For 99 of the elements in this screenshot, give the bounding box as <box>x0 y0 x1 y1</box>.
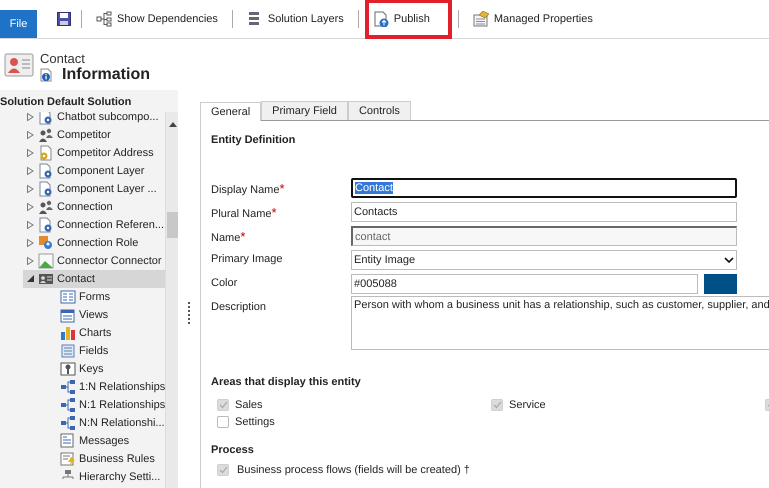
splitter-handle-icon[interactable] <box>188 302 190 324</box>
grid-icon <box>60 307 76 323</box>
section-heading: Process <box>211 444 255 456</box>
tree-item[interactable]: Connector Connector <box>0 252 166 270</box>
collapse-icon[interactable] <box>27 275 34 282</box>
expand-icon[interactable] <box>27 257 34 265</box>
expand-icon[interactable] <box>27 221 34 229</box>
checkmark-icon <box>218 400 228 408</box>
expand-icon[interactable] <box>27 149 34 157</box>
tree-item[interactable]: Chatbot subcompo... <box>0 112 166 126</box>
tree-item[interactable]: Business Rules <box>0 450 166 468</box>
role-icon <box>38 235 54 251</box>
scrollbar-thumb[interactable] <box>167 212 178 238</box>
tree-item[interactable]: N:1 Relationships <box>0 396 166 414</box>
tree-item[interactable]: Keys <box>0 360 166 378</box>
key-icon <box>60 361 76 377</box>
gear-document-icon <box>38 181 54 197</box>
page-title: Information <box>62 66 150 84</box>
relationship-icon <box>60 415 76 431</box>
field-label: Display Name <box>211 184 280 196</box>
required-mark: * <box>240 229 246 244</box>
tree-item[interactable]: Forms <box>0 288 166 306</box>
highlighted-toolbar-button[interactable]: Publish <box>364 0 452 39</box>
tree-item[interactable]: Connection Referen... <box>0 216 166 234</box>
message-icon <box>60 433 76 449</box>
checkmark-icon <box>218 466 228 474</box>
save-icon <box>57 12 71 26</box>
section-heading: Areas that display this entity <box>211 376 362 388</box>
toolbar-button[interactable]: Solution Layers <box>238 4 352 34</box>
section-heading: Entity Definition <box>211 134 296 146</box>
tag-document-icon <box>472 11 489 27</box>
checkbox[interactable] <box>217 416 229 428</box>
tree-item[interactable]: 1:N Relationships <box>0 378 166 396</box>
toolbar-button[interactable]: Managed Properties <box>464 4 601 34</box>
text-area[interactable]: Person with whom a business unit has a relationship, such as customer, supplier, and <box>351 296 769 350</box>
scrollbar[interactable] <box>165 112 178 488</box>
tree-item[interactable]: Hierarchy Setti... <box>0 468 166 486</box>
field-label: Plural Name <box>211 208 272 220</box>
dropdown[interactable]: Entity Image <box>351 250 737 270</box>
tree-item[interactable]: Connection <box>0 198 166 216</box>
list-icon <box>60 343 76 359</box>
text-field[interactable]: Contacts <box>351 202 737 222</box>
expand-icon[interactable] <box>27 131 34 139</box>
checkbox-label: Business process flows (fields will be created) † <box>237 464 470 476</box>
chevron-down-icon <box>724 257 734 263</box>
tree-item[interactable]: Charts <box>0 324 166 342</box>
tree-item[interactable]: Fields <box>0 342 166 360</box>
info-icon <box>40 68 52 82</box>
checkbox-label: Settings <box>235 416 275 428</box>
expand-icon[interactable] <box>27 239 34 247</box>
checkbox-label: Service <box>509 398 546 410</box>
expand-icon[interactable] <box>27 203 34 211</box>
toolbar-button[interactable]: Show Dependencies <box>88 4 226 34</box>
lightning-document-icon <box>60 451 76 467</box>
tab[interactable]: General <box>200 102 262 121</box>
tree-item[interactable]: N:N Relationshi... <box>0 414 166 432</box>
gear-document-icon <box>38 217 54 233</box>
tree-item[interactable]: Component Layer ... <box>0 180 166 198</box>
color-swatch[interactable] <box>704 274 737 294</box>
gear-document-icon <box>38 112 54 125</box>
form-icon <box>60 289 76 305</box>
field-label: Name <box>211 232 240 244</box>
scroll-up-icon[interactable] <box>169 122 178 127</box>
file-tab[interactable]: File <box>0 10 37 38</box>
field-label: Color <box>211 276 238 289</box>
entity-name: Contact <box>40 51 86 66</box>
tree-item[interactable]: Competitor <box>0 126 166 144</box>
gear-document-icon <box>38 145 54 161</box>
checkmark-icon <box>492 400 502 408</box>
expand-icon[interactable] <box>27 167 34 175</box>
tree-item[interactable]: Competitor Address <box>0 144 166 162</box>
field-label: Primary Image <box>211 252 284 265</box>
hierarchy-icon <box>96 11 112 27</box>
selected-tree-item[interactable]: Contact <box>23 270 166 288</box>
text-field[interactable]: Contact <box>351 178 737 198</box>
required-mark: * <box>272 205 277 220</box>
tree-item[interactable]: Views <box>0 306 166 324</box>
relationship-icon <box>60 397 76 413</box>
expand-icon[interactable] <box>27 113 34 121</box>
image-icon <box>38 253 54 269</box>
checkbox-label: Sales <box>235 398 263 410</box>
contact-card-icon <box>38 271 54 287</box>
solution-label: Solution Default Solution <box>0 95 132 110</box>
field-label: Description <box>211 300 268 313</box>
document-upload-icon <box>372 11 389 27</box>
text-field[interactable]: #005088 <box>351 274 698 294</box>
tree-item[interactable]: Connection Role <box>0 234 166 252</box>
tree-item[interactable]: Messages <box>0 432 166 450</box>
expand-icon[interactable] <box>27 185 34 193</box>
people-icon <box>38 199 54 215</box>
relationship-icon <box>60 379 76 395</box>
text-field[interactable]: contact <box>351 226 737 246</box>
people-icon <box>38 127 54 143</box>
tab[interactable]: Controls <box>348 101 411 120</box>
tab[interactable]: Primary Field <box>261 101 348 120</box>
bar-chart-icon <box>60 325 76 341</box>
required-mark: * <box>279 181 285 196</box>
gear-document-icon <box>38 163 54 179</box>
tree-item[interactable]: Component Layer <box>0 162 166 180</box>
